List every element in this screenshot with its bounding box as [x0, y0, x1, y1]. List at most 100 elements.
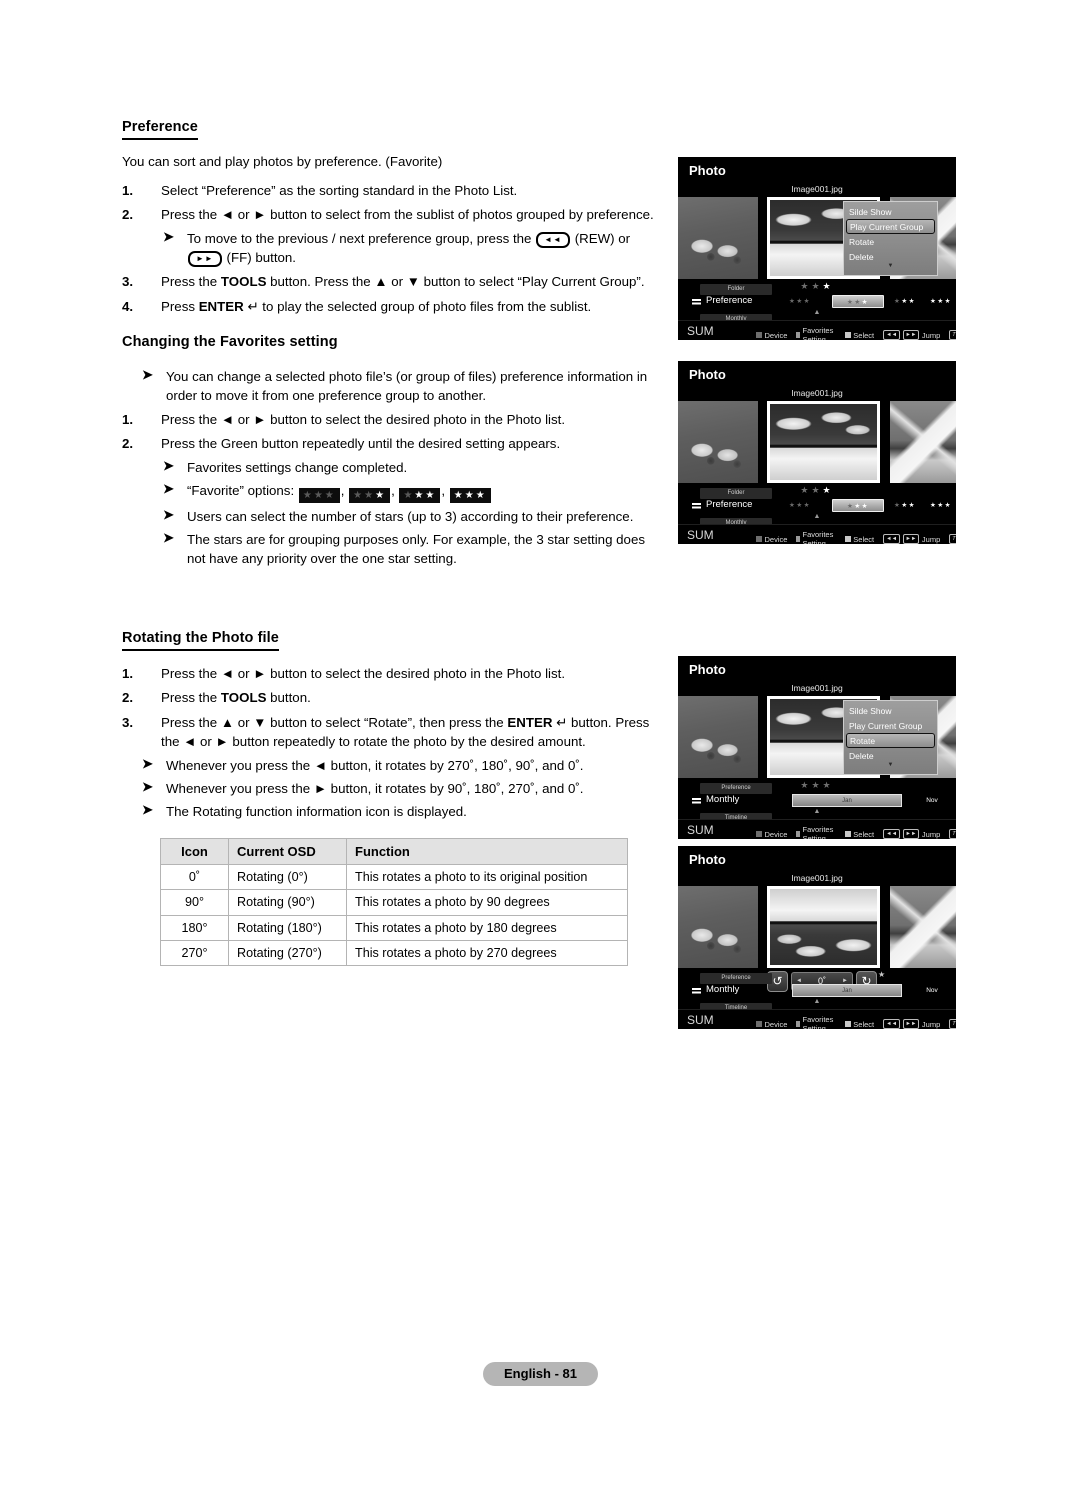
legend-select[interactable]: Select [844, 535, 874, 544]
legend-select[interactable]: Select [844, 331, 874, 340]
track-segment-0-star[interactable]: ★★★ [770, 499, 830, 512]
legend-option[interactable]: TOption [949, 534, 956, 544]
sort-current-label: Monthly [706, 794, 740, 805]
thumbnail-mountain[interactable] [890, 401, 956, 483]
track-segment-selected[interactable]: ★★★ [832, 499, 884, 512]
legend-favorites-setting[interactable]: Favorites Setting [796, 530, 835, 544]
bullet-arrow-icon: ➤ [163, 458, 174, 474]
monthly-group-track[interactable]: Jan Nov [770, 794, 956, 807]
legend-jump[interactable]: ◄◄ ►► Jump [883, 1019, 940, 1029]
preference-group-track[interactable]: ★★★ ★★★ ★★★ ★★★ [770, 499, 956, 512]
step-text: Press ENTER ↵ to play the selected group… [161, 298, 592, 314]
thumbnail-sheep[interactable] [678, 696, 758, 778]
star-icon-filled: ★ [822, 485, 834, 495]
cell-icon: 0˚ [160, 863, 229, 891]
thumbnail-sheep[interactable] [678, 197, 758, 279]
osd-legend-bar: SUM Device Favorites Setting Select ◄◄ ►►… [678, 524, 956, 544]
legend-device[interactable]: Device [756, 331, 787, 340]
menu-more-chevron-down-icon[interactable]: ▼ [844, 263, 937, 269]
track-segment-3-star[interactable]: ★★★ [925, 295, 956, 308]
legend-favorites-setting[interactable]: Favorites Setting [796, 825, 835, 839]
track-segment-month-next[interactable]: Nov [910, 794, 954, 807]
track-segment-0-star[interactable]: ★★★ [770, 295, 830, 308]
track-segment-month-next[interactable]: Nov [910, 984, 954, 997]
menu-more-chevron-down-icon[interactable]: ▼ [844, 762, 937, 768]
step-item: 1. Press the ◄ or ► button to select the… [122, 410, 667, 429]
track-segment-2-star[interactable]: ★★★ [888, 499, 922, 512]
sort-option-prev[interactable]: Folder [700, 284, 772, 295]
legend-device[interactable]: Device [756, 830, 787, 839]
star-icon: ★ [800, 485, 812, 495]
bullet-arrow-icon: ➤ [142, 779, 153, 795]
bullet-arrow-icon: ➤ [142, 366, 153, 382]
sort-option-prev[interactable]: Folder [700, 488, 772, 499]
table-row: 270° Rotating (270°) This rotates a phot… [160, 940, 628, 967]
legend-device[interactable]: Device [756, 1020, 787, 1029]
legend-items: Device Favorites Setting Select ◄◄ ►► Jump… [756, 825, 956, 839]
green-key-icon [796, 332, 800, 338]
track-caret-up-icon: ▲ [813, 309, 821, 316]
yellow-key-icon [844, 831, 851, 837]
bullet-item: ➤ Users can select the number of stars (… [161, 507, 667, 526]
legend-favorites-setting[interactable]: Favorites Setting [796, 1015, 835, 1029]
step-item: 3. Press the TOOLS button. Press the ▲ o… [122, 272, 667, 291]
list-icon [692, 988, 701, 995]
menu-item-slide-show[interactable]: Silde Show [844, 204, 937, 219]
table-row: 90° Rotating (90°) This rotates a photo … [160, 889, 628, 916]
track-segment-3-star[interactable]: ★★★ [925, 499, 956, 512]
legend-device[interactable]: Device [756, 535, 787, 544]
legend-jump[interactable]: ◄◄ ►► Jump [883, 330, 940, 340]
track-segment-month-current[interactable]: Jan [792, 984, 902, 997]
legend-jump[interactable]: ◄◄ ►► Jump [883, 534, 940, 544]
favorites-steps: 1. Press the ◄ or ► button to select the… [122, 410, 667, 453]
thumbnail-mountain[interactable] [890, 886, 956, 968]
thumbnail-sheep[interactable] [678, 886, 758, 968]
step-item: 2. Press the ◄ or ► button to select fro… [122, 205, 667, 224]
red-key-icon [756, 1021, 762, 1027]
tools-popup-menu[interactable]: Silde Show Play Current Group Rotate Del… [843, 700, 938, 775]
legend-option[interactable]: TOption [949, 330, 956, 340]
star-icon: ★ [822, 780, 834, 790]
yellow-key-icon [844, 1021, 851, 1027]
ff-button-icon: ►► [188, 251, 222, 268]
column-header-function: Function [346, 838, 628, 865]
bullet-text: “Favorite” options: [187, 483, 295, 499]
menu-item-rotate[interactable]: Rotate [846, 733, 935, 748]
legend-select[interactable]: Select [844, 1020, 874, 1029]
tools-key-icon: T [949, 1019, 956, 1029]
sort-option-prev[interactable]: Preference [700, 973, 772, 984]
legend-jump[interactable]: ◄◄ ►► Jump [883, 829, 940, 839]
yellow-key-icon [844, 536, 851, 542]
menu-item-delete[interactable]: Delete [844, 748, 937, 763]
menu-item-slide-show[interactable]: Silde Show [844, 703, 937, 718]
menu-item-play-current-group[interactable]: Play Current Group [844, 718, 937, 733]
thumbnail-beach-selected[interactable] [767, 401, 880, 483]
thumbnail-beach-selected-rotated[interactable] [767, 886, 880, 968]
yellow-key-icon [844, 332, 851, 338]
monthly-group-track[interactable]: Jan Nov [770, 984, 956, 997]
track-segment-1-star-selected[interactable]: ★★★ [832, 295, 884, 308]
tools-key-icon: T [949, 829, 956, 839]
menu-item-delete[interactable]: Delete [844, 249, 937, 264]
preference-group-track[interactable]: ★★★ ★★★ ★★★ ★★★ [770, 295, 956, 308]
star-icon: ★ [800, 281, 812, 291]
legend-favorites-setting[interactable]: Favorites Setting [796, 326, 835, 340]
legend-select[interactable]: Select [844, 830, 874, 839]
menu-item-rotate[interactable]: Rotate [844, 234, 937, 249]
tv-screenshot-rotate-control: Photo Image001.jpg ↺ ◄ 0˚ ► ↻ ★ Preferen… [678, 846, 956, 1029]
step-text: Press the ◄ or ► button to select the de… [161, 666, 566, 682]
bullet-item: ➤ Whenever you press the ► button, it ro… [140, 779, 667, 798]
cell-function: This rotates a photo by 90 degrees [346, 889, 628, 916]
favorite-badge-3-star: ★★★ [449, 487, 491, 503]
track-segment-2-star[interactable]: ★★★ [888, 295, 922, 308]
red-key-icon [756, 831, 762, 837]
star-icon: ★ [811, 485, 823, 495]
menu-item-play-current-group[interactable]: Play Current Group [846, 219, 935, 234]
thumbnail-sheep[interactable] [678, 401, 758, 483]
bullet-text: Users can select the number of stars (up… [187, 508, 634, 524]
legend-option[interactable]: TOption [949, 1019, 956, 1029]
legend-option[interactable]: TOption [949, 829, 956, 839]
track-segment-month-current[interactable]: Jan [792, 794, 902, 807]
sort-option-prev[interactable]: Preference [700, 783, 772, 794]
tools-popup-menu[interactable]: Silde Show Play Current Group Rotate Del… [843, 201, 938, 276]
